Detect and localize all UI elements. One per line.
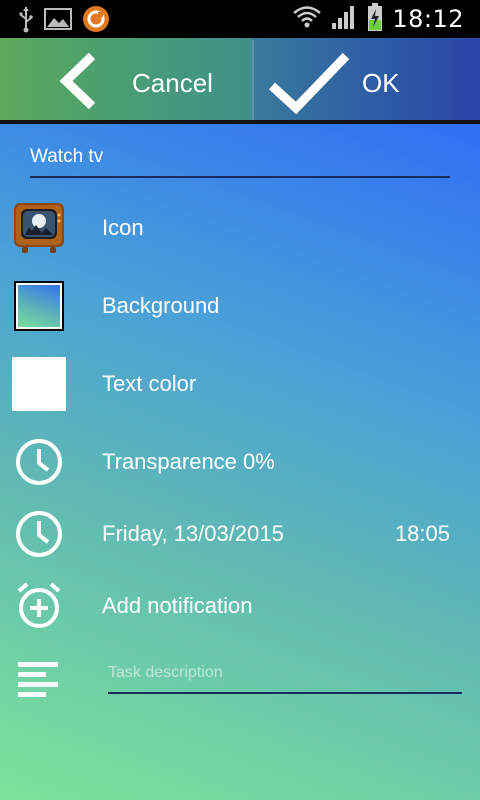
signal-icon [330,3,358,36]
text-color-row-label: Text color [102,371,197,396]
usb-icon [18,5,34,38]
clock-icon [12,435,66,489]
transparence-row[interactable]: Transparence 0% [0,434,480,490]
action-bar-divider [252,40,254,120]
icon-row-label: Icon [102,215,144,240]
cancel-button[interactable]: Cancel [0,38,252,122]
icon-row[interactable]: Icon [0,200,480,256]
system-icons: 18:12 [292,2,464,36]
date-label[interactable]: Friday, 13/03/2015 [102,521,284,547]
notification-icons [18,5,110,38]
chevron-left-icon [56,52,102,115]
status-clock: 18:12 [392,5,464,33]
ok-label: OK [362,68,400,98]
clock-icon [12,507,66,561]
action-bar: Cancel OK [0,38,480,122]
screen: 18:12 Cancel OK Watch tv Icon Background… [0,0,480,800]
text-color-swatch-preview [12,357,66,411]
date-time-row[interactable]: Friday, 13/03/2015 18:05 [0,506,480,562]
add-notification-label: Add notification [102,593,253,618]
ok-button[interactable]: OK [252,38,480,122]
task-title-input[interactable] [30,146,450,178]
background-row-label: Background [102,293,220,318]
background-row[interactable]: Background [0,278,480,334]
status-bar: 18:12 [0,0,480,38]
battery-charging-icon [366,2,384,37]
checkmark-icon [266,50,352,121]
background-swatch [12,279,66,333]
add-notification-row[interactable]: Add notification [0,578,480,634]
image-icon [44,7,72,36]
text-color-row[interactable]: Text color [0,356,480,412]
cancel-label: Cancel [132,68,213,98]
tv-icon [12,201,66,255]
transparence-row-label: Transparence 0% [102,449,275,474]
text-color-swatch [12,357,66,411]
app-notification-icon [82,5,110,38]
wifi-icon [292,4,322,35]
text-lines-icon [16,658,62,709]
alarm-add-icon [12,579,66,633]
task-form: Icon Background Text color Transpa [0,124,480,800]
task-description-input[interactable] [108,664,462,694]
time-label[interactable]: 18:05 [395,521,450,547]
background-swatch-preview [14,281,64,331]
